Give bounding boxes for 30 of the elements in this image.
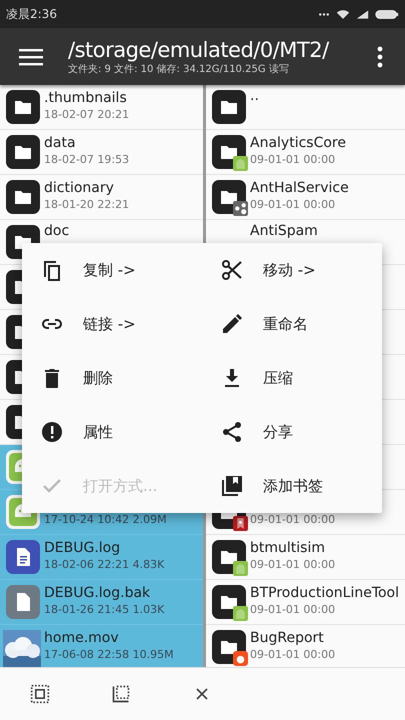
file-name: AntiSpam xyxy=(250,223,318,240)
path-title: /storage/emulated/0/MT2/ xyxy=(68,36,330,62)
file-date: 09-01-01 00:00 xyxy=(250,647,336,662)
storage-info: 文件夹: 9 文件: 10 储存: 34.12G/110.25G 读写 xyxy=(68,62,290,76)
file-name: doc xyxy=(44,223,70,240)
file-date: 09-01-01 00:00 xyxy=(250,602,336,617)
file-name: AnalyticsCore xyxy=(250,135,346,152)
file-date: 09-01-01 00:00 xyxy=(250,512,336,527)
file-name: btmultisim xyxy=(250,540,326,557)
file-name: BTProductionLineTool xyxy=(250,585,400,602)
file-name: DEBUG.log xyxy=(44,540,122,557)
file-date: 18-01-20 22:21 xyxy=(44,197,130,212)
file-name: .. xyxy=(250,88,259,105)
file-date: 09-01-01 00:00 xyxy=(250,557,336,572)
file-date: 18-01-26 21:45 1.03K xyxy=(44,602,164,617)
file-date: 17-06-08 22:58 10.95M xyxy=(44,647,174,662)
file-name: DEBUG.log.bak xyxy=(44,585,152,602)
file-name: BugReport xyxy=(250,630,325,647)
file-date: 17-10-24 10:42 2.09M xyxy=(44,512,167,527)
file-name: dictionary xyxy=(44,180,115,197)
file-date: 18-02-06 22:21 4.83K xyxy=(44,557,164,572)
status-time: 凌晨2:36 xyxy=(6,6,57,22)
file-name: .thumbnails xyxy=(44,90,128,107)
file-date: 18-02-07 20:21 xyxy=(44,107,130,122)
file-date: 09-01-01 00:00 xyxy=(250,152,336,167)
file-name: home.mov xyxy=(44,630,120,647)
file-name: AntHalService xyxy=(250,180,349,197)
file-date: 18-02-07 19:53 xyxy=(44,152,130,167)
file-name: data xyxy=(44,135,77,152)
file-date: 09-01-01 00:00 xyxy=(250,197,336,212)
